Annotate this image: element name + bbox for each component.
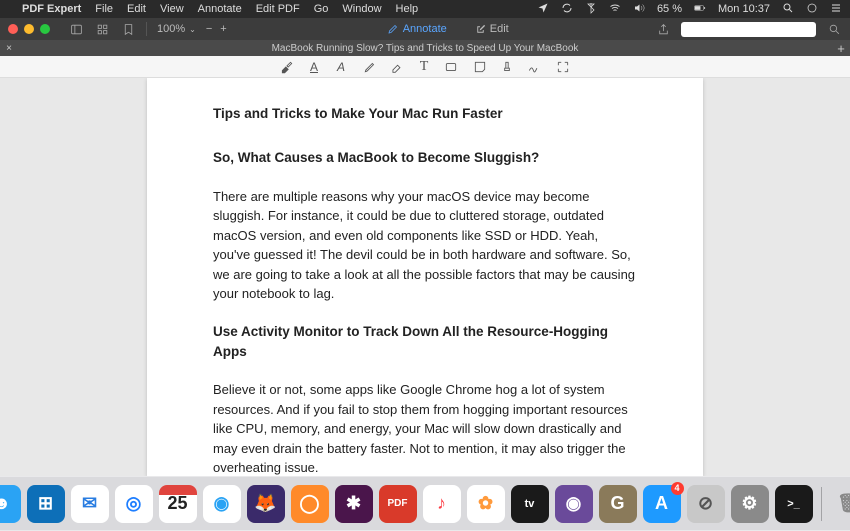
tab-close-button[interactable]: × bbox=[0, 43, 18, 54]
control-center-icon[interactable] bbox=[830, 2, 842, 17]
dock-apple-tv[interactable]: tv bbox=[511, 485, 549, 523]
doc-heading-3: Use Activity Monitor to Track Down All t… bbox=[213, 322, 637, 363]
menu-edit[interactable]: Edit bbox=[127, 3, 146, 15]
zoom-dropdown-icon[interactable]: ⌄ bbox=[189, 25, 196, 34]
annotate-mode-button[interactable]: Annotate bbox=[387, 23, 447, 35]
strikethrough-tool-icon[interactable]: A bbox=[334, 59, 349, 74]
menu-annotate[interactable]: Annotate bbox=[198, 3, 242, 15]
dock-pdf-expert[interactable]: PDF bbox=[379, 485, 417, 523]
app-name[interactable]: PDF Expert bbox=[22, 3, 81, 15]
doc-paragraph: There are multiple reasons why your macO… bbox=[213, 187, 637, 304]
dock-calendar[interactable]: 25 bbox=[159, 485, 197, 523]
doc-paragraph: Believe it or not, some apps like Google… bbox=[213, 380, 637, 476]
share-icon[interactable] bbox=[655, 21, 671, 37]
dock: ☻⊞✉◎25◉🦊◯✱PDF♪✿tv◉GA4⊘⚙>_🗑 bbox=[0, 476, 850, 531]
window-close-button[interactable] bbox=[8, 24, 18, 34]
window-minimize-button[interactable] bbox=[24, 24, 34, 34]
tab-add-button[interactable]: + bbox=[832, 41, 850, 56]
menu-help[interactable]: Help bbox=[396, 3, 419, 15]
traffic-lights bbox=[8, 24, 50, 34]
shape-tool-icon[interactable] bbox=[444, 59, 459, 74]
menubar: PDF Expert File Edit View Annotate Edit … bbox=[0, 0, 850, 18]
search-input[interactable] bbox=[681, 22, 816, 37]
note-tool-icon[interactable] bbox=[473, 59, 488, 74]
doc-heading-1: Tips and Tricks to Make Your Mac Run Fas… bbox=[213, 104, 637, 124]
bookmarks-icon[interactable] bbox=[120, 21, 136, 37]
zoom-in-button[interactable]: + bbox=[220, 23, 226, 35]
stamp-tool-icon[interactable] bbox=[500, 59, 515, 74]
spotlight-icon[interactable] bbox=[782, 2, 794, 17]
fit-screen-icon[interactable] bbox=[556, 59, 571, 74]
dock-badge: 4 bbox=[671, 482, 684, 495]
dock-chrome[interactable]: ◉ bbox=[203, 485, 241, 523]
battery-pct[interactable]: 65 % bbox=[657, 3, 682, 15]
window-toolbar: 100% ⌄ − + Annotate Edit bbox=[0, 18, 850, 40]
menu-window[interactable]: Window bbox=[342, 3, 381, 15]
edit-label: Edit bbox=[490, 23, 509, 35]
dock-tor[interactable]: ◉ bbox=[555, 485, 593, 523]
dock-photos[interactable]: ✿ bbox=[467, 485, 505, 523]
dock-safari[interactable]: ◎ bbox=[115, 485, 153, 523]
dock-finder[interactable]: ☻ bbox=[0, 485, 21, 523]
menu-view[interactable]: View bbox=[160, 3, 184, 15]
dock-trash[interactable]: 🗑 bbox=[830, 485, 850, 523]
dock-slack[interactable]: ✱ bbox=[335, 485, 373, 523]
doc-heading-2: So, What Causes a MacBook to Become Slug… bbox=[213, 148, 637, 168]
clock[interactable]: Mon 10:37 bbox=[718, 3, 770, 15]
wifi-icon[interactable] bbox=[609, 2, 621, 17]
sync-icon[interactable] bbox=[561, 2, 573, 17]
pen-tool-icon[interactable] bbox=[363, 59, 378, 74]
dock-gimp[interactable]: G bbox=[599, 485, 637, 523]
tab-title[interactable]: MacBook Running Slow? Tips and Tricks to… bbox=[18, 43, 832, 54]
tab-bar: × MacBook Running Slow? Tips and Tricks … bbox=[0, 40, 850, 56]
divider bbox=[146, 22, 147, 36]
edit-mode-button[interactable]: Edit bbox=[475, 23, 509, 35]
annotate-label: Annotate bbox=[403, 23, 447, 35]
zoom-value[interactable]: 100% bbox=[157, 23, 185, 35]
window-maximize-button[interactable] bbox=[40, 24, 50, 34]
eraser-tool-icon[interactable] bbox=[390, 59, 405, 74]
dock-region: ☻⊞✉◎25◉🦊◯✱PDF♪✿tv◉GA4⊘⚙>_🗑 bbox=[0, 476, 850, 531]
dock-alt-browser[interactable]: ◯ bbox=[291, 485, 329, 523]
highlight-tool-icon[interactable] bbox=[280, 59, 295, 74]
dock-preferences[interactable]: ⚙ bbox=[731, 485, 769, 523]
dock-music[interactable]: ♪ bbox=[423, 485, 461, 523]
battery-icon[interactable] bbox=[694, 2, 706, 17]
thumbnail-view-icon[interactable] bbox=[94, 21, 110, 37]
siri-icon[interactable] bbox=[806, 2, 818, 17]
underline-tool-icon[interactable]: A bbox=[307, 59, 322, 74]
annotation-toolbar: A A T bbox=[0, 56, 850, 78]
zoom-control: 100% ⌄ − + bbox=[157, 23, 227, 35]
dock-firefox[interactable]: 🦊 bbox=[247, 485, 285, 523]
dock-disk-utility[interactable]: ⊘ bbox=[687, 485, 725, 523]
volume-icon[interactable] bbox=[633, 2, 645, 17]
dock-app-store[interactable]: A4 bbox=[643, 485, 681, 523]
bluetooth-icon[interactable] bbox=[585, 2, 597, 17]
text-tool-icon[interactable]: T bbox=[417, 59, 432, 74]
dock-terminal[interactable]: >_ bbox=[775, 485, 813, 523]
pdf-page: Tips and Tricks to Make Your Mac Run Fas… bbox=[147, 78, 703, 476]
signature-tool-icon[interactable] bbox=[527, 59, 542, 74]
dock-mail[interactable]: ✉ bbox=[71, 485, 109, 523]
dock-trello[interactable]: ⊞ bbox=[27, 485, 65, 523]
menu-file[interactable]: File bbox=[95, 3, 113, 15]
menu-go[interactable]: Go bbox=[314, 3, 329, 15]
menu-edit-pdf[interactable]: Edit PDF bbox=[256, 3, 300, 15]
zoom-out-button[interactable]: − bbox=[206, 23, 212, 35]
document-viewport[interactable]: Tips and Tricks to Make Your Mac Run Fas… bbox=[0, 78, 850, 476]
search-icon[interactable] bbox=[826, 21, 842, 37]
location-icon[interactable] bbox=[537, 2, 549, 17]
sidebar-toggle-icon[interactable] bbox=[68, 21, 84, 37]
dock-separator bbox=[821, 487, 822, 521]
